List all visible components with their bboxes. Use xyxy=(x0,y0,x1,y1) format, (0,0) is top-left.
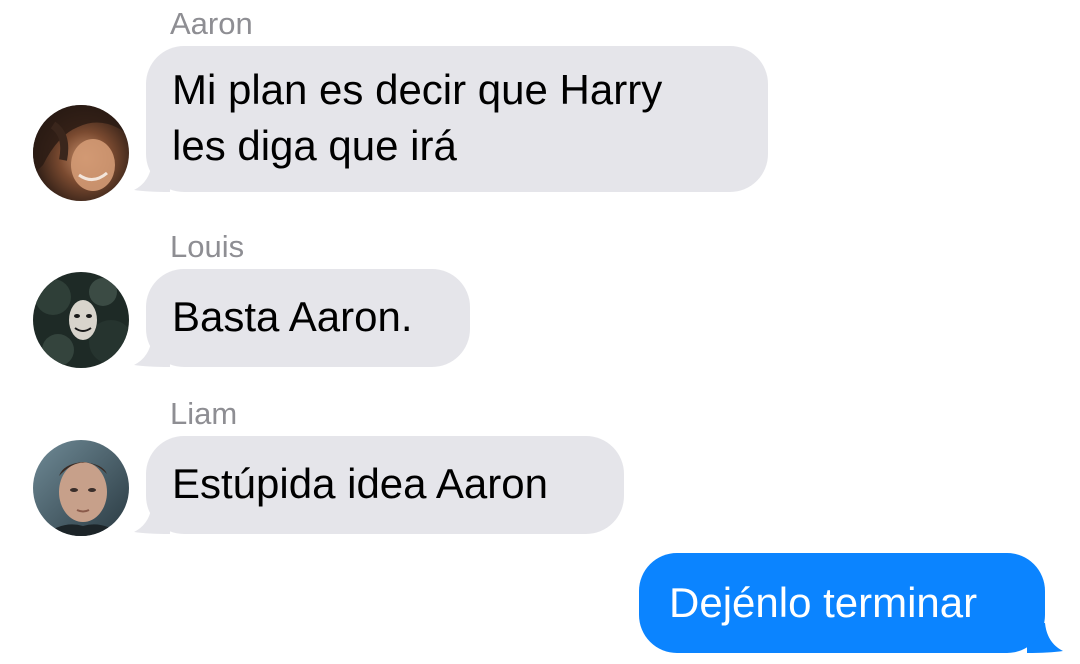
message-text-line: les diga que irá xyxy=(172,122,457,169)
liam-avatar-icon[interactable] xyxy=(33,440,129,536)
message-liam[interactable]: Estúpida idea Aaron xyxy=(130,436,624,534)
message-aaron[interactable]: Mi plan es decir que Harry les diga que … xyxy=(130,46,768,192)
aaron-avatar-icon[interactable] xyxy=(33,105,129,201)
message-text-line: Basta Aaron. xyxy=(172,293,413,340)
message-text-line: Mi plan es decir que Harry xyxy=(172,66,663,113)
sender-name-louis: Louis xyxy=(170,229,245,264)
message-louis[interactable]: Basta Aaron. xyxy=(130,269,470,367)
louis-avatar-icon[interactable] xyxy=(33,272,129,368)
outgoing-message-text: Dejénlo terminar xyxy=(669,579,978,626)
sender-name-liam: Liam xyxy=(170,396,238,431)
message-outgoing[interactable]: Dejénlo terminar xyxy=(639,553,1063,653)
message-text-line: Estúpida idea Aaron xyxy=(172,460,548,507)
chat-thread: Aaron Mi plan es decir que Harry les dig… xyxy=(0,0,1080,664)
sender-name-aaron: Aaron xyxy=(170,6,253,41)
